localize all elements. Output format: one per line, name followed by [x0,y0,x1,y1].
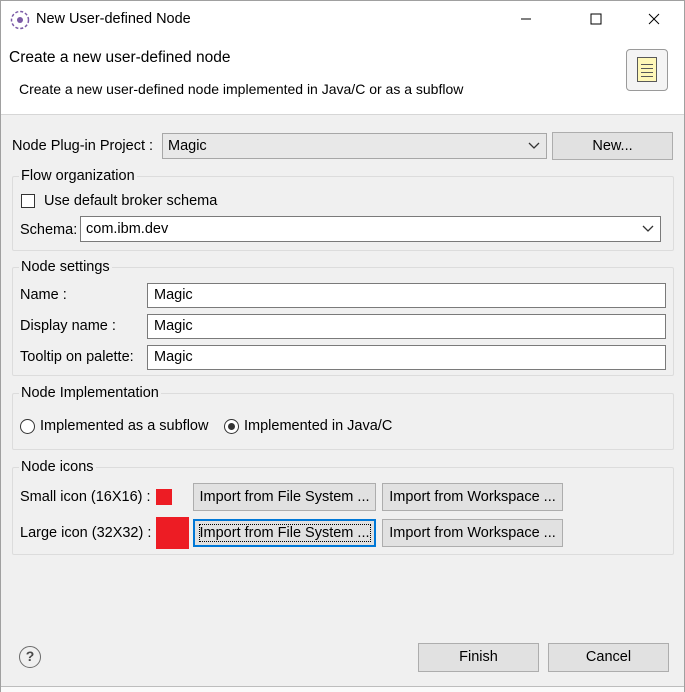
maximize-icon [590,13,602,25]
chevron-down-icon [528,142,540,149]
app-icon [10,10,30,30]
large-icon-label: Large icon (32X32) : [20,525,152,541]
dialog-window: New User-defined Node Create a new user-… [0,0,685,692]
project-combo[interactable]: Magic [162,133,547,159]
large-import-file-system-label: Import from File System ... [198,524,371,542]
small-import-workspace-button[interactable]: Import from Workspace ... [382,483,563,511]
large-import-file-system-button[interactable]: Import from File System ... [193,519,376,547]
large-icon-preview [156,517,189,549]
node-settings-title: Node settings [19,259,112,275]
new-project-button[interactable]: New... [552,132,673,160]
bottom-strip [1,687,684,692]
page-description: Create a new user-defined node implement… [19,81,464,97]
display-name-label: Display name : [20,318,116,334]
name-label: Name : [20,287,67,303]
chevron-down-icon [642,225,654,232]
schema-combo-value: com.ibm.dev [86,221,169,237]
display-name-input[interactable]: Magic [147,314,666,339]
finish-button[interactable]: Finish [418,643,539,672]
schema-label: Schema: [20,222,78,238]
help-icon[interactable]: ? [19,646,41,668]
java-radio[interactable] [224,419,239,434]
tooltip-label: Tooltip on palette: [20,349,134,365]
window-title: New User-defined Node [36,11,191,27]
small-icon-preview [156,489,172,505]
default-schema-label: Use default broker schema [44,193,218,209]
minimize-icon [521,18,531,20]
small-import-file-system-button[interactable]: Import from File System ... [193,483,376,511]
title-bar: New User-defined Node [1,1,684,39]
project-label: Node Plug-in Project : [12,138,154,154]
tooltip-input[interactable]: Magic [147,345,666,370]
close-icon [648,13,660,25]
subflow-radio[interactable] [20,419,35,434]
wizard-header: Create a new user-defined node Create a … [1,39,684,115]
close-button[interactable] [631,5,677,35]
wizard-banner-icon [626,49,668,91]
small-icon-label: Small icon (16X16) : [20,489,151,505]
schema-combo[interactable]: com.ibm.dev [80,216,661,242]
java-radio-label: Implemented in Java/C [244,418,393,434]
name-input[interactable]: Magic [147,283,666,308]
project-combo-value: Magic [168,138,207,154]
cancel-button[interactable]: Cancel [548,643,669,672]
default-schema-checkbox[interactable] [21,194,35,208]
maximize-button[interactable] [573,5,619,35]
node-icons-title: Node icons [19,459,96,475]
flow-organization-title: Flow organization [19,168,137,184]
subflow-radio-label: Implemented as a subflow [40,418,209,434]
page-title: Create a new user-defined node [9,49,231,66]
minimize-button[interactable] [503,5,549,35]
large-import-workspace-button[interactable]: Import from Workspace ... [382,519,563,547]
node-implementation-title: Node Implementation [19,385,161,401]
